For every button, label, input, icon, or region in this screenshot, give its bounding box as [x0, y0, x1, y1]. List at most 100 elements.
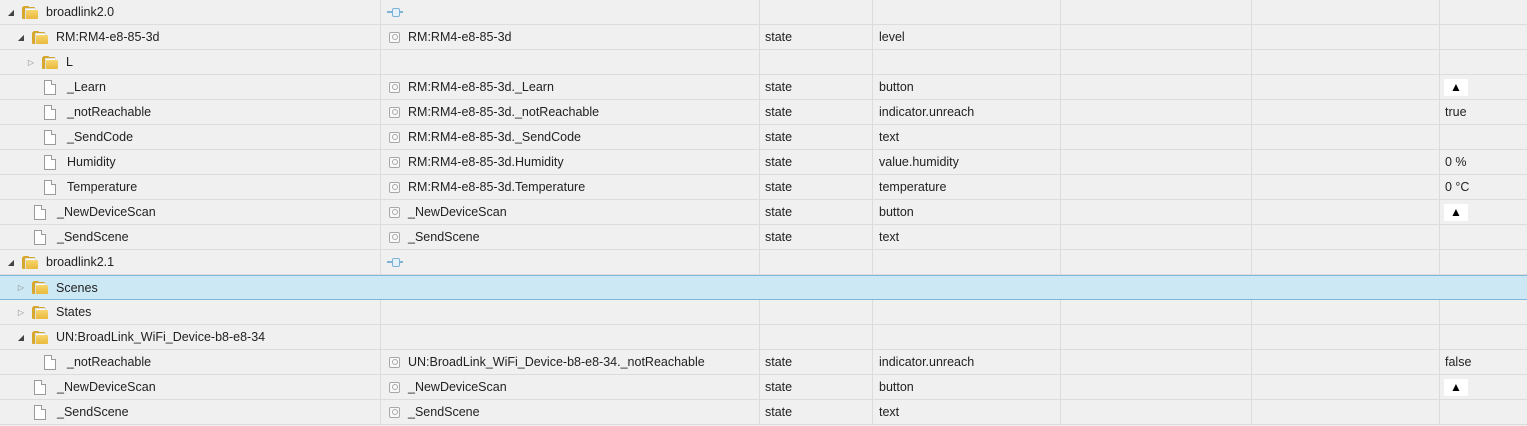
collapse-toggle-icon[interactable]: ◢ — [6, 257, 16, 267]
empty-cell — [1252, 125, 1440, 149]
id-cell: _SendScene — [382, 225, 760, 249]
role-cell: indicator.unreach — [874, 350, 1061, 374]
object-name: UN:BroadLink_WiFi_Device-b8-e8-34 — [56, 330, 266, 344]
tree-state-row[interactable]: _notReachable RM:RM4-e8-85-3d._notReachab… — [0, 100, 1527, 125]
name-cell[interactable]: _SendScene — [0, 225, 381, 249]
trigger-button[interactable]: ▲ — [1444, 78, 1468, 96]
name-cell[interactable]: Humidity — [0, 150, 381, 174]
tree-folder-row[interactable]: ▷ Scenes — [0, 275, 1527, 300]
file-icon — [44, 354, 56, 370]
empty-cell — [1062, 150, 1252, 174]
object-name: _SendScene — [57, 405, 129, 419]
type-cell — [760, 50, 873, 74]
empty-cell — [1252, 276, 1440, 299]
value-cell[interactable]: ▲ — [1440, 200, 1527, 224]
value-cell — [1440, 50, 1527, 74]
id-cell: RM:RM4-e8-85-3d._Learn — [382, 75, 760, 99]
empty-cell — [1252, 0, 1440, 24]
value-cell — [1440, 400, 1527, 424]
name-cell[interactable]: ◢ UN:BroadLink_WiFi_Device-b8-e8-34 — [0, 325, 381, 349]
expand-toggle-icon[interactable]: ▷ — [26, 57, 36, 67]
empty-cell — [1062, 276, 1252, 299]
empty-cell — [1252, 225, 1440, 249]
id-cell — [382, 50, 760, 74]
expand-toggle-icon[interactable]: ▷ — [16, 307, 26, 317]
value-cell: true — [1445, 105, 1467, 119]
collapse-toggle-icon[interactable]: ◢ — [16, 32, 26, 42]
file-icon — [34, 204, 46, 220]
name-cell[interactable]: ◢ broadlink2.0 — [0, 0, 381, 24]
tree-folder-row[interactable]: ◢ UN:BroadLink_WiFi_Device-b8-e8-34 — [0, 325, 1527, 350]
value-cell — [1440, 300, 1527, 324]
empty-cell — [1252, 50, 1440, 74]
tree-state-row[interactable]: _notReachable UN:BroadLink_WiFi_Device-b8… — [0, 350, 1527, 375]
tree-state-row[interactable]: _SendScene _SendScene state text — [0, 225, 1527, 250]
empty-cell — [1252, 200, 1440, 224]
empty-cell — [1252, 350, 1440, 374]
file-icon — [44, 79, 56, 95]
state-icon — [389, 206, 400, 218]
expand-toggle-icon[interactable]: ▷ — [16, 283, 26, 293]
object-name: _notReachable — [67, 105, 152, 119]
type-cell: state — [760, 175, 873, 199]
tree-folder-row[interactable]: ▷ L — [0, 50, 1527, 75]
name-cell[interactable]: _Learn — [0, 75, 381, 99]
type-cell: state — [760, 200, 873, 224]
role-cell: text — [874, 125, 1061, 149]
empty-cell — [1252, 325, 1440, 349]
name-cell[interactable]: _SendCode — [0, 125, 381, 149]
tree-state-row[interactable]: _SendScene _SendScene state text — [0, 400, 1527, 425]
type-cell: state — [760, 75, 873, 99]
object-id: _NewDeviceScan — [408, 205, 507, 219]
empty-cell — [1252, 175, 1440, 199]
folder-icon — [22, 255, 38, 269]
empty-cell — [1062, 25, 1252, 49]
object-id: RM:RM4-e8-85-3d — [408, 30, 512, 44]
role-cell: button — [874, 75, 1061, 99]
trigger-button[interactable]: ▲ — [1444, 203, 1468, 221]
type-cell: state — [760, 25, 873, 49]
value-cell[interactable]: ▲ — [1440, 375, 1527, 399]
adapter-instance-icon — [386, 256, 404, 268]
value-cell[interactable]: ▲ — [1440, 75, 1527, 99]
name-cell[interactable]: _notReachable — [0, 350, 381, 374]
tree-state-row[interactable]: _NewDeviceScan _NewDeviceScan state button ▲ — [0, 200, 1527, 225]
object-name: _NewDeviceScan — [57, 205, 156, 219]
empty-cell — [1062, 300, 1252, 324]
object-id: UN:BroadLink_WiFi_Device-b8-e8-34._notRe… — [408, 355, 705, 369]
name-cell[interactable]: ◢ RM:RM4-e8-85-3d — [0, 25, 381, 49]
tree-state-row[interactable]: Temperature RM:RM4-e8-85-3d.Temperature st… — [0, 175, 1527, 200]
tree-folder-row[interactable]: ▷ States — [0, 300, 1527, 325]
tree-state-row[interactable]: _NewDeviceScan _NewDeviceScan state button ▲ — [0, 375, 1527, 400]
name-cell[interactable]: ▷ Scenes — [0, 276, 381, 299]
name-cell[interactable]: ◢ broadlink2.1 — [0, 250, 381, 274]
tree-state-row[interactable]: _Learn RM:RM4-e8-85-3d._Learn state button ▲ — [0, 75, 1527, 100]
tree-folder-row[interactable]: ◢ broadlink2.0 — [0, 0, 1527, 25]
tree-folder-row[interactable]: ◢ broadlink2.1 — [0, 250, 1527, 275]
trigger-button[interactable]: ▲ — [1444, 378, 1468, 396]
name-cell[interactable]: _notReachable — [0, 100, 381, 124]
name-cell[interactable]: _NewDeviceScan — [0, 375, 381, 399]
collapse-toggle-icon[interactable]: ◢ — [6, 7, 16, 17]
name-cell[interactable]: Temperature — [0, 175, 381, 199]
name-cell[interactable]: _SendScene — [0, 400, 381, 424]
tree-folder-row[interactable]: ◢ RM:RM4-e8-85-3d RM:RM4-e8-85-3d state leve… — [0, 25, 1527, 50]
empty-cell — [1062, 0, 1252, 24]
collapse-toggle-icon[interactable]: ◢ — [16, 332, 26, 342]
id-cell: RM:RM4-e8-85-3d.Temperature — [382, 175, 760, 199]
folder-icon — [32, 30, 48, 44]
name-cell[interactable]: _NewDeviceScan — [0, 200, 381, 224]
name-cell[interactable]: ▷ States — [0, 300, 381, 324]
empty-cell — [1062, 50, 1252, 74]
role-cell — [874, 276, 1061, 299]
id-cell — [382, 300, 760, 324]
state-icon — [389, 406, 400, 418]
tree-state-row[interactable]: _SendCode RM:RM4-e8-85-3d._SendCode state t… — [0, 125, 1527, 150]
folder-icon — [22, 5, 38, 19]
empty-cell — [1062, 250, 1252, 274]
value-cell — [1440, 325, 1527, 349]
tree-state-row[interactable]: Humidity RM:RM4-e8-85-3d.Humidity state val… — [0, 150, 1527, 175]
empty-cell — [1062, 400, 1252, 424]
name-cell[interactable]: ▷ L — [0, 50, 381, 74]
id-cell: _NewDeviceScan — [382, 375, 760, 399]
